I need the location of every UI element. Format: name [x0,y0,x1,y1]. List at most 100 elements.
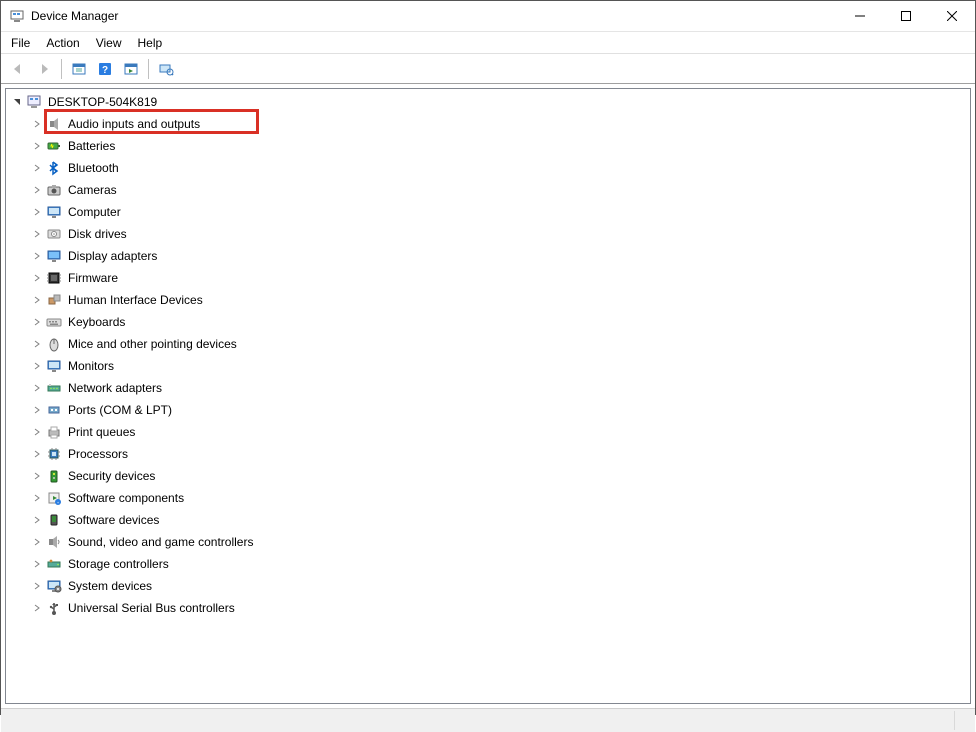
tree-category-node[interactable]: Firmware [6,267,970,289]
tree-category-node[interactable]: Audio inputs and outputs [6,113,970,135]
menu-action[interactable]: Action [38,34,87,52]
tree-category-node[interactable]: Network adapters [6,377,970,399]
usb-icon [46,600,62,616]
tree-category-node[interactable]: Bluetooth [6,157,970,179]
expand-arrow-icon[interactable] [30,447,44,461]
window-controls [837,1,975,31]
show-hidden-button[interactable] [67,57,91,81]
expand-arrow-icon[interactable] [30,117,44,131]
menu-help[interactable]: Help [130,34,171,52]
expand-arrow-icon[interactable] [30,271,44,285]
forward-button[interactable] [32,57,56,81]
tree-category-node[interactable]: Display adapters [6,245,970,267]
monitor-icon [46,358,62,374]
back-button[interactable] [6,57,30,81]
scan-button[interactable] [154,57,178,81]
expand-arrow-icon[interactable] [30,359,44,373]
tree-root-node[interactable]: DESKTOP-504K819 [6,91,970,113]
device-tree[interactable]: DESKTOP-504K819 Audio inputs and outputs… [5,88,971,704]
expand-arrow-icon[interactable] [30,403,44,417]
minimize-button[interactable] [837,1,883,31]
tree-category-node[interactable]: Cameras [6,179,970,201]
camera-icon [46,182,62,198]
expand-arrow-icon[interactable] [30,249,44,263]
expand-arrow-icon[interactable] [30,183,44,197]
software-dev-icon [46,512,62,528]
expand-arrow-icon[interactable] [30,601,44,615]
app-icon [9,8,25,24]
tree-category-node[interactable]: Batteries [6,135,970,157]
expand-arrow-icon[interactable] [30,315,44,329]
close-button[interactable] [929,1,975,31]
tree-category-node[interactable]: Software devices [6,509,970,531]
maximize-button[interactable] [883,1,929,31]
tree-category-node[interactable]: Human Interface Devices [6,289,970,311]
expand-arrow-icon[interactable] [30,337,44,351]
status-grip [955,711,975,730]
action-button[interactable] [119,57,143,81]
tree-category-node[interactable]: Disk drives [6,223,970,245]
tree-category-node[interactable]: Universal Serial Bus controllers [6,597,970,619]
expand-arrow-icon[interactable] [30,535,44,549]
category-label: Network adapters [66,380,164,396]
titlebar: Device Manager [1,1,975,32]
expand-arrow-icon[interactable] [30,491,44,505]
window-title: Device Manager [31,9,837,23]
tree-category-node[interactable]: + Software components [6,487,970,509]
category-label: Software components [66,490,186,506]
category-label: Universal Serial Bus controllers [66,600,237,616]
expand-arrow-icon[interactable] [30,425,44,439]
svg-text:?: ? [102,65,108,76]
category-label: Ports (COM & LPT) [66,402,174,418]
expand-arrow-icon[interactable] [30,293,44,307]
network-icon [46,380,62,396]
audio-icon [46,116,62,132]
category-label: Print queues [66,424,137,440]
toolbar-separator [148,59,149,79]
category-label: Sound, video and game controllers [66,534,255,550]
expand-arrow-icon[interactable] [30,513,44,527]
category-label: Processors [66,446,130,462]
expand-arrow-icon[interactable] [30,469,44,483]
expand-arrow-icon[interactable] [10,95,24,109]
tree-category-node[interactable]: Security devices [6,465,970,487]
tree-category-node[interactable]: Computer [6,201,970,223]
status-panel [1,711,955,730]
tree-category-node[interactable]: Keyboards [6,311,970,333]
category-label: Keyboards [66,314,127,330]
expand-arrow-icon[interactable] [30,139,44,153]
tree-category-node[interactable]: Mice and other pointing devices [6,333,970,355]
tree-category-node[interactable]: Monitors [6,355,970,377]
storage-icon [46,556,62,572]
hid-icon [46,292,62,308]
firmware-icon [46,270,62,286]
menu-file[interactable]: File [3,34,38,52]
expand-arrow-icon[interactable] [30,579,44,593]
menu-view[interactable]: View [88,34,130,52]
tree-category-node[interactable]: Sound, video and game controllers [6,531,970,553]
software-comp-icon: + [46,490,62,506]
expand-arrow-icon[interactable] [30,557,44,571]
expand-arrow-icon[interactable] [30,381,44,395]
computer-icon [46,204,62,220]
printer-icon [46,424,62,440]
root-label: DESKTOP-504K819 [46,94,159,110]
bluetooth-icon [46,160,62,176]
tree-category-node[interactable]: Storage controllers [6,553,970,575]
category-label: Mice and other pointing devices [66,336,239,352]
battery-icon [46,138,62,154]
category-label: Storage controllers [66,556,171,572]
processor-icon [46,446,62,462]
category-label: Display adapters [66,248,159,264]
category-label: Batteries [66,138,117,154]
category-label: Security devices [66,468,157,484]
tree-category-node[interactable]: Ports (COM & LPT) [6,399,970,421]
keyboard-icon [46,314,62,330]
expand-arrow-icon[interactable] [30,161,44,175]
tree-category-node[interactable]: Print queues [6,421,970,443]
expand-arrow-icon[interactable] [30,205,44,219]
expand-arrow-icon[interactable] [30,227,44,241]
help-button[interactable]: ? [93,57,117,81]
tree-category-node[interactable]: Processors [6,443,970,465]
tree-category-node[interactable]: System devices [6,575,970,597]
